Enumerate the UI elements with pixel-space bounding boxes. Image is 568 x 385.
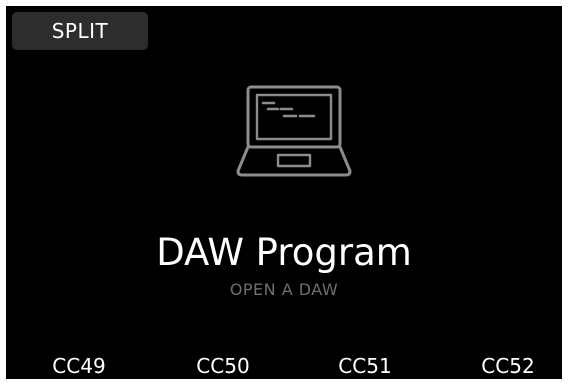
laptop-icon [236,85,352,177]
cc-label-row: CC49 CC50 CC51 CC52 [6,353,562,379]
status-subtitle: OPEN A DAW [229,280,339,299]
cc-label-3[interactable]: CC51 [305,353,425,379]
cc-label-4[interactable]: CC52 [448,353,562,379]
page-title: DAW Program [156,231,412,274]
cc-label-1[interactable]: CC49 [19,353,139,379]
split-button[interactable]: SPLIT [12,12,148,50]
cc-label-2[interactable]: CC50 [163,353,283,379]
device-screen: SPLIT DAW Program OPEN A DAW CC49 CC50 C… [6,6,562,379]
